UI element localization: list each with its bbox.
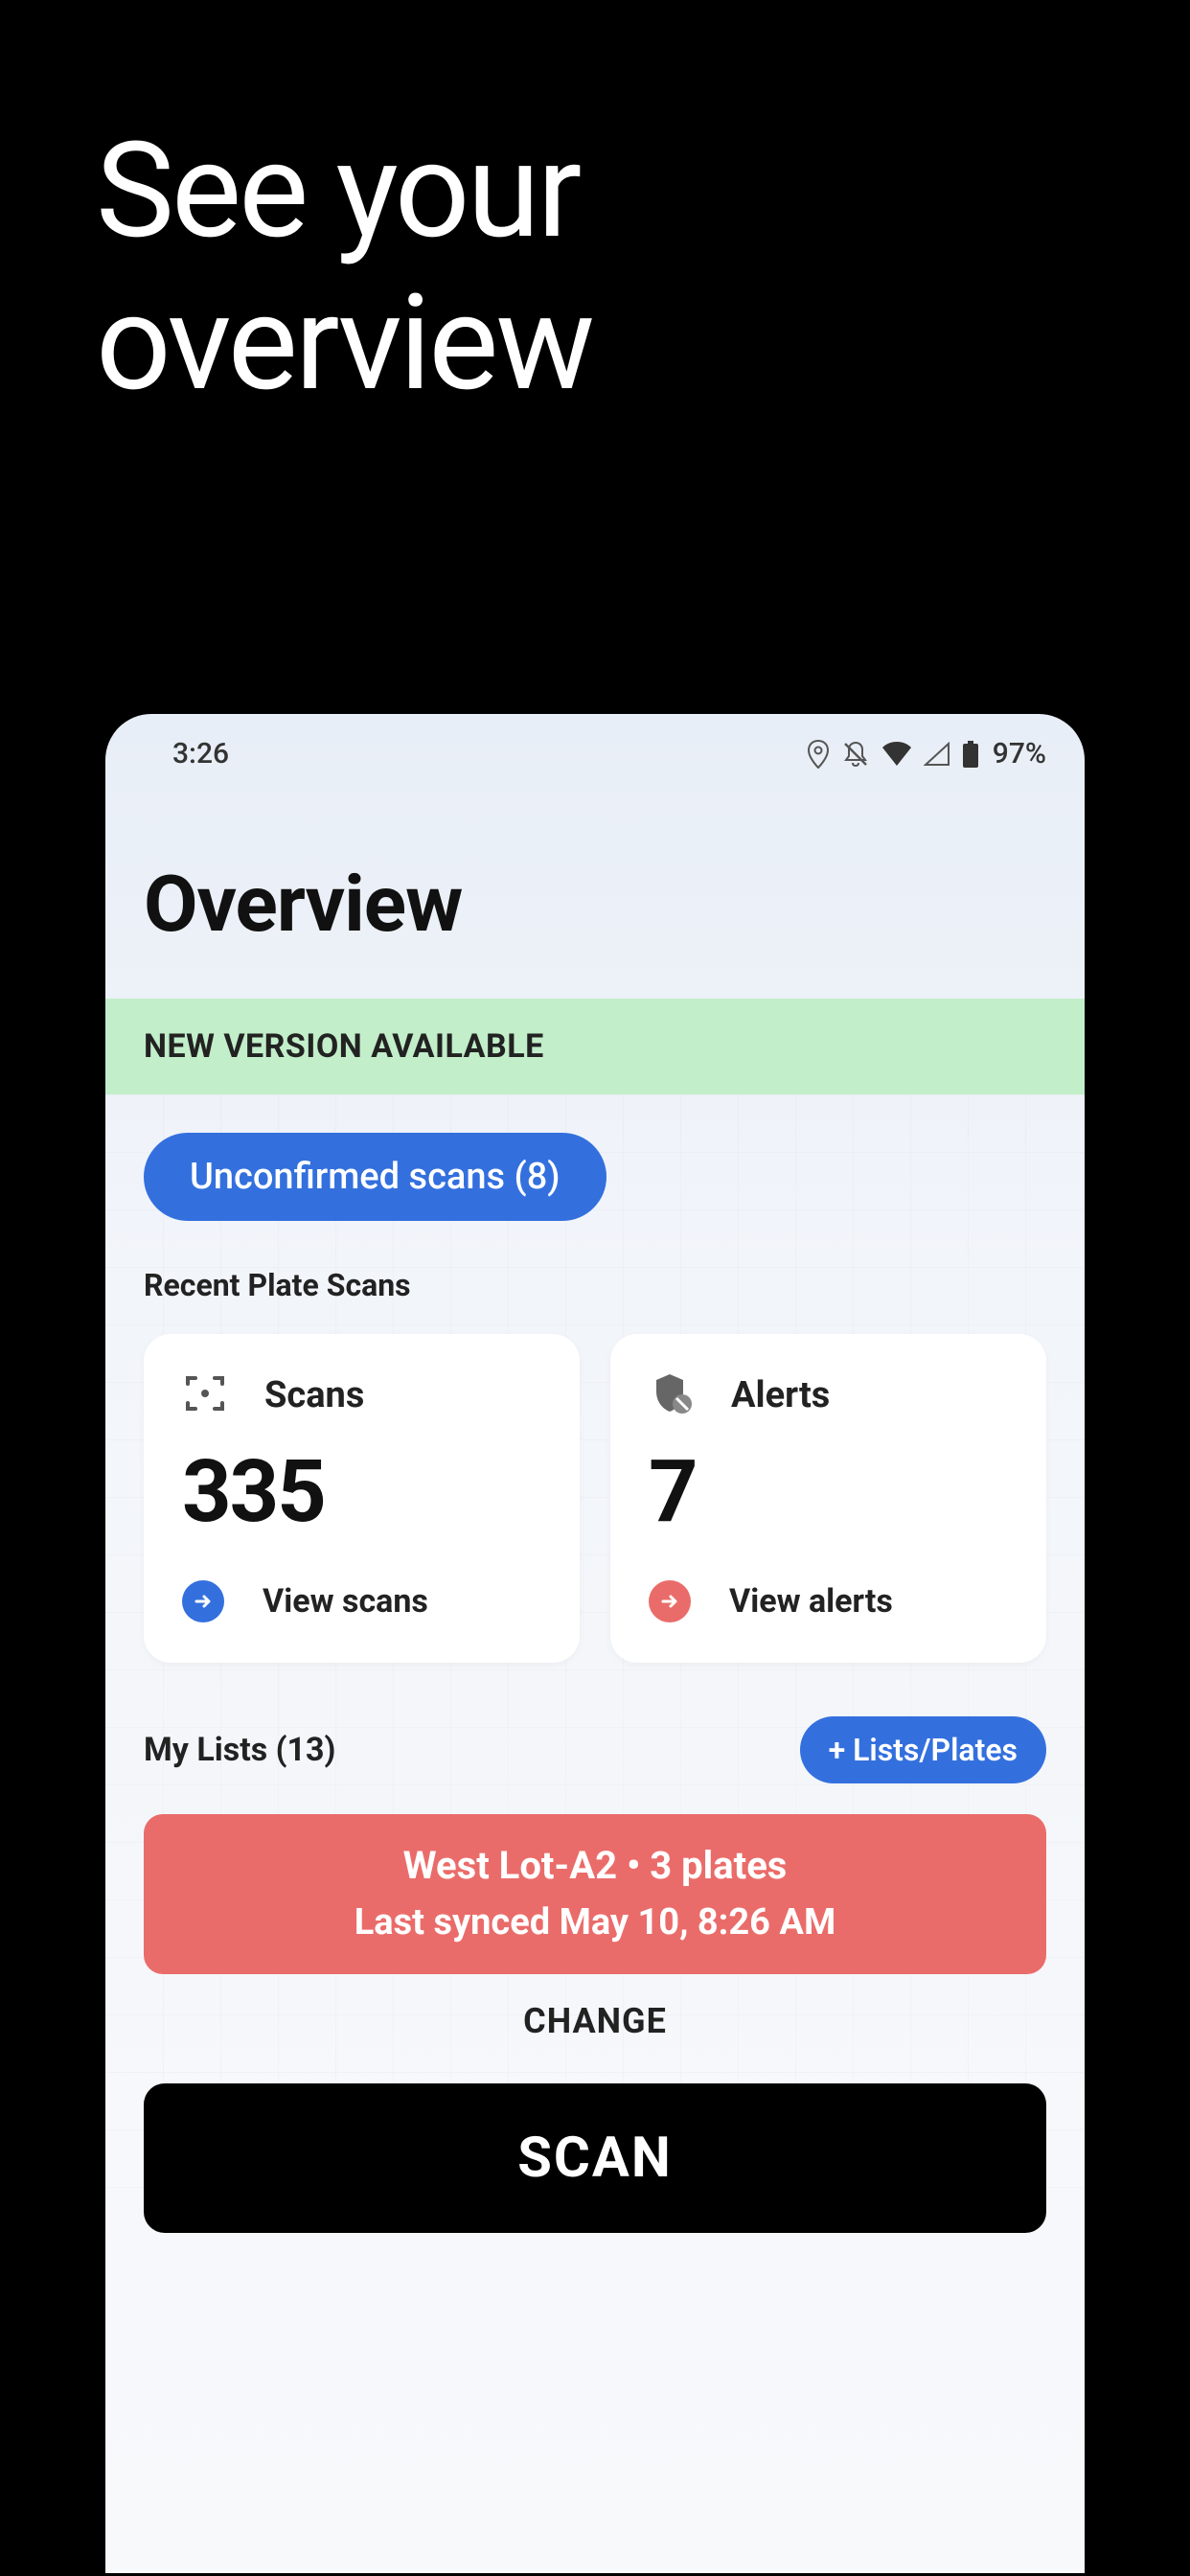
promo-headline: See your overview [96,115,592,419]
scan-icon [182,1370,228,1420]
page-title: Overview [144,859,1046,951]
unconfirmed-scans-button[interactable]: Unconfirmed scans (8) [144,1133,606,1221]
notifications-off-icon [841,740,870,769]
lists-header-row: My Lists (13) + Lists/Plates [144,1716,1046,1783]
arrow-right-icon [182,1580,224,1622]
promo-line-1: See your [96,113,579,268]
scans-card-title: Scans [264,1374,364,1416]
view-scans-text: View scans [263,1582,428,1621]
phone-frame: 3:26 [105,714,1085,2573]
status-icons: 97% [807,737,1046,770]
battery-icon [962,741,979,768]
shield-alert-icon [649,1370,695,1420]
recent-scans-label: Recent Plate Scans [144,1267,1046,1303]
alerts-card-header: Alerts [649,1370,1008,1420]
status-bar: 3:26 [105,714,1085,788]
active-list-title: West Lot-A2 • 3 plates [163,1843,1027,1888]
alerts-count: 7 [649,1441,1008,1542]
content-area: Unconfirmed scans (8) Recent Plate Scans [105,1094,1085,2233]
my-lists-label: My Lists (13) [144,1731,335,1769]
scans-card-header: Scans [182,1370,541,1420]
scans-card: Scans 335 View scans [144,1334,580,1663]
location-icon [807,740,830,769]
add-lists-button[interactable]: + Lists/Plates [800,1716,1046,1783]
scans-count: 335 [182,1441,541,1542]
stat-cards-row: Scans 335 View scans [144,1334,1046,1663]
alerts-card: Alerts 7 View alerts [610,1334,1046,1663]
view-alerts-link[interactable]: View alerts [649,1580,1008,1622]
active-list-subtitle: Last synced May 10, 8:26 AM [163,1901,1027,1944]
change-list-link[interactable]: CHANGE [144,1984,1046,2083]
battery-percentage: 97% [993,737,1046,770]
alerts-card-title: Alerts [731,1374,830,1416]
view-alerts-text: View alerts [729,1582,893,1621]
scan-button[interactable]: SCAN [144,2083,1046,2233]
wifi-icon [881,742,912,767]
promo-line-2: overview [96,265,592,421]
page-header: Overview [105,788,1085,999]
arrow-right-icon [649,1580,691,1622]
active-list-card[interactable]: West Lot-A2 • 3 plates Last synced May 1… [144,1814,1046,1974]
new-version-banner[interactable]: NEW VERSION AVAILABLE [105,999,1085,1094]
view-scans-link[interactable]: View scans [182,1580,541,1622]
signal-icon [924,742,950,767]
status-time: 3:26 [172,737,229,770]
